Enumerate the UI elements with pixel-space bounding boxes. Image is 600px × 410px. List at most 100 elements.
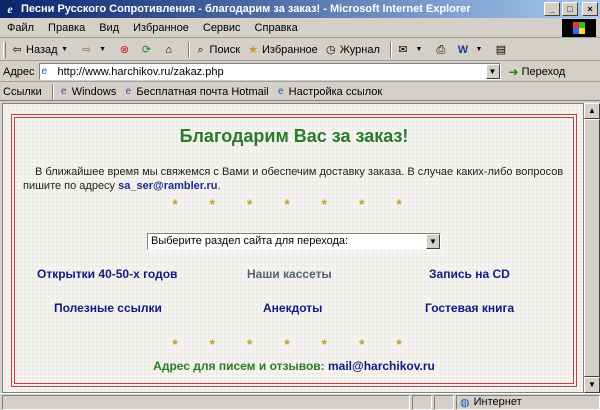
search-icon: ⌕ (197, 43, 204, 56)
address-input[interactable]: e http://www.harchikov.ru/zakaz.php ▼ (38, 63, 501, 80)
mail-icon: ✉ (398, 43, 408, 56)
back-button[interactable]: ⇦ Назад ▼ (10, 43, 74, 57)
discuss-icon: ▤ (495, 43, 507, 56)
info-paragraph: В ближайшее время мы свяжемся с Вами и о… (23, 165, 568, 193)
history-icon: ◷ (325, 43, 336, 56)
print-button[interactable]: ⎙ (434, 43, 450, 57)
window-title: Песни Русского Сопротивления - благодари… (21, 3, 471, 15)
nav-cd[interactable]: Запись на CD (429, 267, 510, 281)
scroll-down-button[interactable]: ▼ (584, 377, 600, 393)
menu-edit[interactable]: Правка (41, 22, 92, 34)
edit-button[interactable]: W ▼ (456, 43, 488, 57)
chevron-down-icon[interactable]: ▼ (58, 43, 72, 57)
section-select[interactable]: Выберите раздел сайта для перехода: ▼ (147, 233, 441, 250)
maximize-button[interactable]: □ (562, 2, 578, 16)
nav-postcards[interactable]: Открытки 40-50-х годов (37, 267, 177, 281)
close-button[interactable]: × (582, 2, 598, 16)
page-icon: e (60, 85, 67, 97)
page-heading: Благодарим Вас за заказ! (179, 126, 409, 146)
menu-tools[interactable]: Сервис (196, 22, 248, 34)
stars-divider-bottom: * * * * * * * (172, 336, 416, 352)
nav-guestbook[interactable]: Гостевая книга (425, 301, 514, 315)
nav-cassettes[interactable]: Наши кассеты (247, 267, 332, 281)
word-icon: W (457, 43, 469, 56)
select-dropdown-button[interactable]: ▼ (426, 234, 440, 249)
page-icon: e (41, 65, 48, 77)
scroll-up-button[interactable]: ▲ (584, 103, 600, 119)
nav-links[interactable]: Полезные ссылки (54, 301, 162, 315)
status-zone: ◍ Интернет (456, 394, 600, 410)
windows-logo-icon (562, 19, 596, 37)
search-label: Поиск (209, 43, 241, 56)
address-dropdown-button[interactable]: ▼ (485, 64, 500, 79)
email-link[interactable]: sa_ser@rambler.ru (118, 180, 217, 192)
stop-icon: ⊗ (119, 43, 130, 56)
links-separator (51, 83, 54, 100)
go-button[interactable]: ➜ Переход (509, 65, 566, 79)
page-viewport: Благодарим Вас за заказ! В ближайшее вре… (2, 103, 584, 393)
stop-button[interactable]: ⊗ (118, 43, 134, 57)
mail-button[interactable]: ✉ ▼ (396, 43, 428, 57)
link-hotmail[interactable]: e Бесплатная почта Hotmail (122, 85, 269, 98)
forward-arrow-icon: ⇨ (81, 43, 92, 56)
contact-email-link[interactable]: mail@harchikov.ru (328, 359, 435, 373)
menu-file[interactable]: Файл (0, 22, 41, 34)
contact-line: Адрес для писем и отзывов: mail@harchiko… (3, 359, 583, 373)
link-customize[interactable]: e Настройка ссылок (275, 85, 383, 98)
address-label: Адрес (3, 65, 35, 78)
menu-favorites[interactable]: Избранное (126, 22, 196, 34)
contact-label: Адрес для писем и отзывов: (153, 359, 328, 373)
window-controls: _ □ × (544, 2, 598, 16)
page-icon: e (125, 85, 132, 97)
history-label: Журнал (339, 43, 380, 56)
home-button[interactable]: ⌂ (162, 43, 178, 57)
status-zone-label: Интернет (473, 396, 522, 408)
search-button[interactable]: ⌕ Поиск (194, 43, 240, 57)
link-windows-label: Windows (71, 85, 117, 98)
title-bar: e Песни Русского Сопротивления - благода… (0, 0, 600, 18)
home-icon: ⌂ (165, 43, 172, 56)
link-hotmail-label: Бесплатная почта Hotmail (136, 85, 269, 98)
menu-bar: Файл Правка Вид Избранное Сервис Справка (0, 18, 600, 38)
chevron-down-icon[interactable]: ▼ (96, 43, 110, 57)
toolbar-grip[interactable] (3, 41, 6, 58)
vertical-scrollbar[interactable]: ▲ ▼ (584, 103, 600, 393)
favorites-button[interactable]: ★ Избранное (246, 43, 318, 57)
standard-toolbar: ⇦ Назад ▼ ⇨ ▼ ⊗ ⟳ ⌂ ⌕ Поиск ★ Избранное … (0, 39, 600, 61)
link-customize-label: Настройка ссылок (288, 85, 383, 98)
scroll-thumb[interactable] (584, 119, 600, 377)
favorites-label: Избранное (262, 43, 318, 56)
favorites-icon: ★ (248, 43, 258, 56)
forward-button[interactable]: ⇨ ▼ (80, 43, 112, 57)
link-windows[interactable]: e Windows (58, 85, 117, 98)
back-arrow-icon: ⇦ (12, 43, 22, 56)
toolbar-separator (187, 41, 190, 58)
status-bar: ◍ Интернет (0, 393, 600, 410)
chevron-down-icon[interactable]: ▼ (412, 43, 426, 57)
go-label: Переход (521, 65, 566, 78)
nav-jokes[interactable]: Анекдоты (263, 301, 322, 315)
page-icon: e (277, 85, 284, 97)
info-text-end: . (217, 180, 221, 192)
status-lock (434, 394, 454, 410)
refresh-icon: ⟳ (141, 43, 152, 56)
history-button[interactable]: ◷ Журнал (324, 43, 380, 57)
info-text: В ближайшее время мы свяжемся с Вами и о… (23, 166, 564, 192)
menu-help[interactable]: Справка (248, 22, 305, 34)
back-label: Назад (26, 43, 58, 56)
address-bar: Адрес e http://www.harchikov.ru/zakaz.ph… (0, 62, 600, 82)
address-url[interactable]: http://www.harchikov.ru/zakaz.php (58, 66, 224, 78)
chevron-down-icon[interactable]: ▼ (472, 43, 486, 57)
globe-icon: ◍ (460, 396, 470, 409)
menu-view[interactable]: Вид (92, 22, 126, 34)
status-progress (412, 394, 432, 410)
status-message (2, 394, 410, 410)
go-arrow-icon: ➜ (508, 64, 519, 79)
toolbar-separator (389, 41, 392, 58)
links-bar: Ссылки e Windows e Бесплатная почта Hotmai… (0, 83, 600, 101)
links-label: Ссылки (3, 85, 42, 98)
discuss-button[interactable]: ▤ (494, 43, 510, 57)
refresh-button[interactable]: ⟳ (140, 43, 156, 57)
print-icon: ⎙ (436, 43, 446, 56)
minimize-button[interactable]: _ (544, 2, 560, 16)
